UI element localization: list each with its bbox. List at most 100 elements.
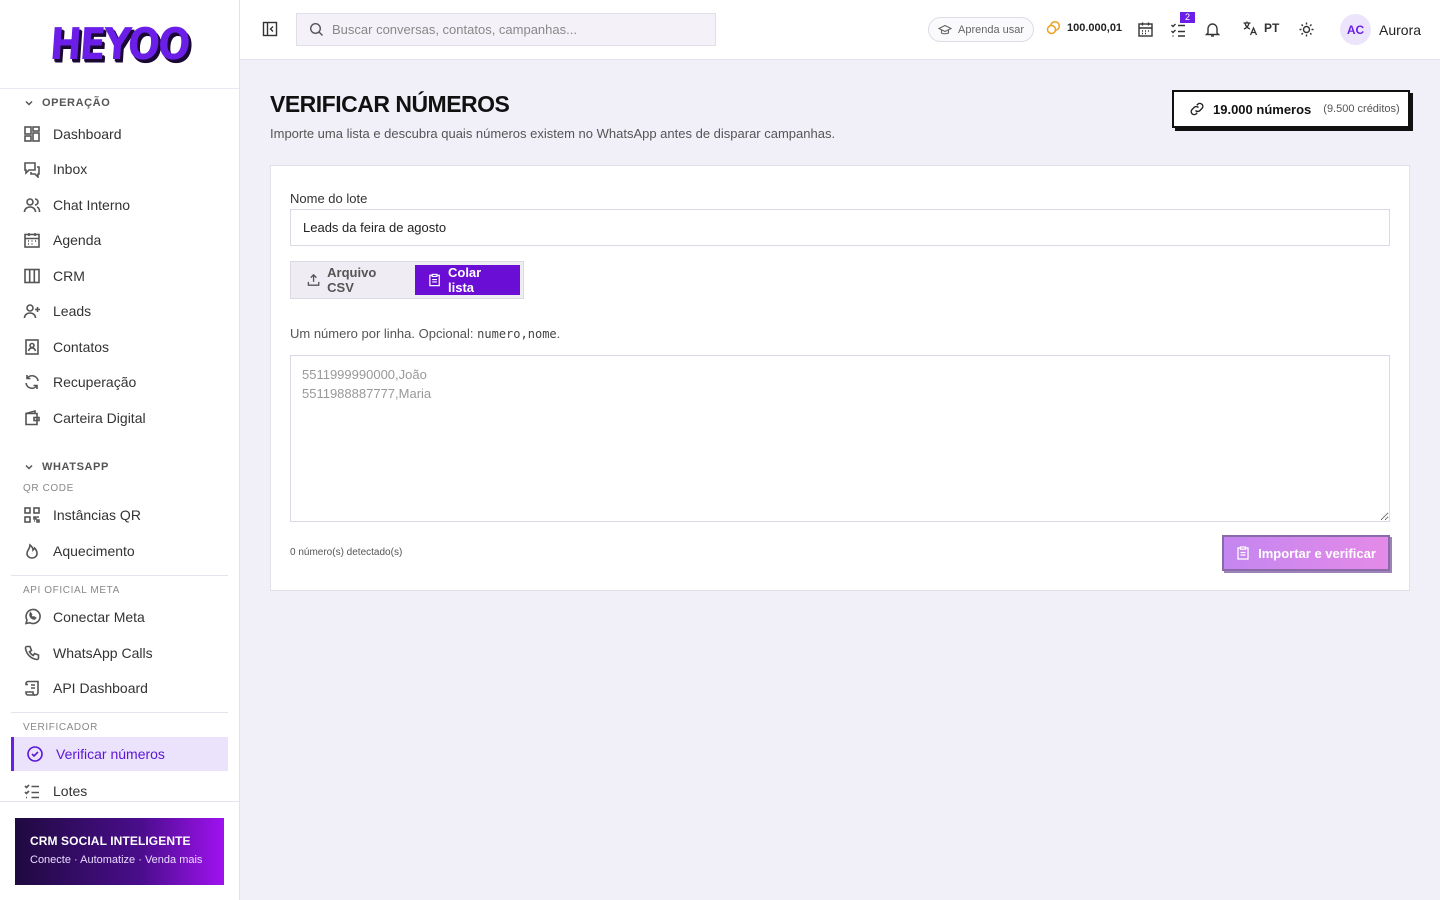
sidebar-item-label: Recuperação	[53, 374, 137, 391]
sun-icon[interactable]	[1298, 21, 1315, 38]
sidebar-item-label: CRM	[53, 267, 85, 284]
sidebar-item-label: WhatsApp Calls	[53, 644, 153, 661]
upload-icon	[307, 273, 320, 286]
scroll-icon	[25, 680, 39, 697]
link-icon	[1190, 102, 1204, 116]
promo-subtitle: Conecte · Automatize · Venda mais	[30, 854, 203, 866]
clipboard-icon	[429, 273, 440, 287]
detected-count: 0 número(s) detectado(s)	[290, 547, 403, 558]
tab-csv-file[interactable]: Arquivo CSV	[294, 265, 415, 295]
paste-hint: Um número por linha. Opcional: numero,no…	[290, 326, 560, 341]
sidebar-item-whatsapp-calls[interactable]: WhatsApp Calls	[0, 635, 228, 671]
hint-text: Um número por linha. Opcional:	[290, 326, 478, 341]
avatar: AC	[1340, 14, 1371, 45]
topbar: Buscar conversas, contatos, campanhas...…	[240, 0, 1440, 60]
source-toggle: Arquivo CSV Colar lista	[290, 261, 524, 299]
import-verify-button[interactable]: Importar e verificar	[1222, 535, 1390, 571]
search-placeholder: Buscar conversas, contatos, campanhas...	[332, 22, 577, 37]
numbers-textarea[interactable]	[290, 355, 1390, 522]
hint-suffix: .	[556, 326, 561, 341]
subsection-verificador: VERIFICADOR	[23, 722, 98, 733]
credits-value: 100.000,01	[1067, 21, 1123, 34]
calendar-icon	[24, 233, 40, 249]
sidebar-item-recuperacao[interactable]: Recuperação	[0, 365, 228, 401]
refresh-icon	[25, 375, 39, 390]
divider	[0, 801, 239, 802]
sidebar-item-label: Inbox	[53, 161, 88, 178]
sidebar-item-verificar-numeros[interactable]: Verificar números	[11, 737, 228, 771]
clipboard-icon	[1237, 546, 1249, 560]
sidebar-item-agenda[interactable]: Agenda	[0, 223, 228, 259]
import-verify-label: Importar e verificar	[1258, 545, 1376, 561]
sidebar-item-label: Instâncias QR	[53, 507, 141, 524]
sidebar-item-aquecimento[interactable]: Aquecimento	[0, 533, 228, 569]
sidebar-nav: OPERAÇÃO Dashboard Inbox Chat Interno Ag…	[0, 89, 239, 802]
section-label: OPERAÇÃO	[42, 97, 111, 109]
promo-banner[interactable]: CRM SOCIAL INTELIGENTE Conecte · Automat…	[15, 818, 224, 885]
batch-name-label: Nome do lote	[290, 191, 368, 206]
sidebar-item-label: Conectar Meta	[53, 609, 145, 626]
tasks-icon[interactable]	[1170, 21, 1187, 38]
qr-code-icon	[24, 507, 40, 524]
dashboard-icon	[24, 125, 40, 142]
sidebar-item-label: Agenda	[53, 232, 102, 249]
users-icon	[23, 197, 41, 212]
sidebar-item-crm[interactable]: CRM	[0, 258, 228, 294]
calendar-icon[interactable]	[1137, 21, 1154, 38]
sidebar-item-lotes[interactable]: Lotes	[0, 773, 228, 802]
quota-numbers: 19.000 números	[1213, 101, 1312, 117]
section-whatsapp[interactable]: WHATSAPP	[0, 454, 239, 480]
learn-button[interactable]: Aprenda usar	[928, 17, 1035, 42]
sidebar-item-contatos[interactable]: Contatos	[0, 329, 228, 365]
sidebar-item-carteira[interactable]: Carteira Digital	[0, 400, 228, 436]
sidebar-item-inbox[interactable]: Inbox	[0, 152, 228, 188]
search-input[interactable]: Buscar conversas, contatos, campanhas...	[296, 13, 716, 46]
user-plus-icon	[23, 304, 40, 319]
sidebar-item-label: Carteira Digital	[53, 409, 146, 426]
translate-icon	[1243, 21, 1258, 36]
sidebar-item-label: Leads	[53, 303, 92, 320]
flame-icon	[26, 543, 38, 559]
sidebar-item-leads[interactable]: Leads	[0, 294, 228, 330]
sidebar-collapse-icon[interactable]	[262, 21, 278, 37]
chat-bubbles-icon	[24, 162, 40, 179]
list-checks-icon	[24, 784, 39, 799]
tasks-badge: 2	[1180, 12, 1195, 23]
sidebar-item-conectar-meta[interactable]: Conectar Meta	[0, 600, 228, 636]
hint-code-sep: ,	[520, 327, 528, 341]
sidebar-item-chat-interno[interactable]: Chat Interno	[0, 187, 228, 223]
bell-icon[interactable]	[1204, 21, 1221, 38]
section-label: WHATSAPP	[42, 460, 109, 473]
page-title: VERIFICAR NÚMEROS	[270, 91, 510, 117]
section-operacao[interactable]: OPERAÇÃO	[0, 90, 239, 116]
contact-book-icon	[25, 338, 39, 355]
graduation-cap-icon	[938, 24, 952, 34]
batch-name-input[interactable]	[290, 209, 1390, 246]
promo-title: CRM SOCIAL INTELIGENTE	[30, 834, 191, 848]
search-icon	[309, 22, 323, 36]
sidebar-item-dashboard[interactable]: Dashboard	[0, 116, 228, 152]
language-label: PT	[1264, 21, 1280, 35]
sidebar-item-label: API Dashboard	[53, 680, 148, 697]
sidebar-item-label: Chat Interno	[53, 196, 131, 213]
learn-label: Aprenda usar	[958, 23, 1025, 36]
brand-logo[interactable]: HEYOO	[48, 19, 190, 70]
sidebar-item-instancias-qr[interactable]: Instâncias QR	[0, 498, 228, 534]
user-menu[interactable]: AC Aurora	[1340, 14, 1421, 45]
chevron-down-icon	[25, 464, 33, 470]
tab-paste-list[interactable]: Colar lista	[414, 265, 520, 295]
sidebar-item-api-dashboard[interactable]: API Dashboard	[0, 671, 228, 707]
hint-code-nome: nome	[527, 327, 557, 341]
sidebar-item-label: Dashboard	[53, 125, 122, 142]
chevron-down-icon	[25, 100, 33, 106]
columns-icon	[24, 268, 40, 284]
subsection-qr-code: QR CODE	[23, 482, 74, 494]
credits-balance[interactable]: 100.000,01	[1046, 20, 1122, 35]
page-subtitle: Importe uma lista e descubra quais númer…	[270, 126, 836, 141]
logo-area: HEYOO	[0, 0, 239, 89]
language-selector[interactable]: PT	[1242, 20, 1279, 36]
sidebar-item-label: Lotes	[53, 782, 88, 799]
import-card: Nome do lote Arquivo CSV Colar lista Um …	[270, 165, 1410, 591]
user-name: Aurora	[1379, 21, 1422, 38]
subsection-api-meta: API OFICIAL META	[23, 584, 120, 596]
